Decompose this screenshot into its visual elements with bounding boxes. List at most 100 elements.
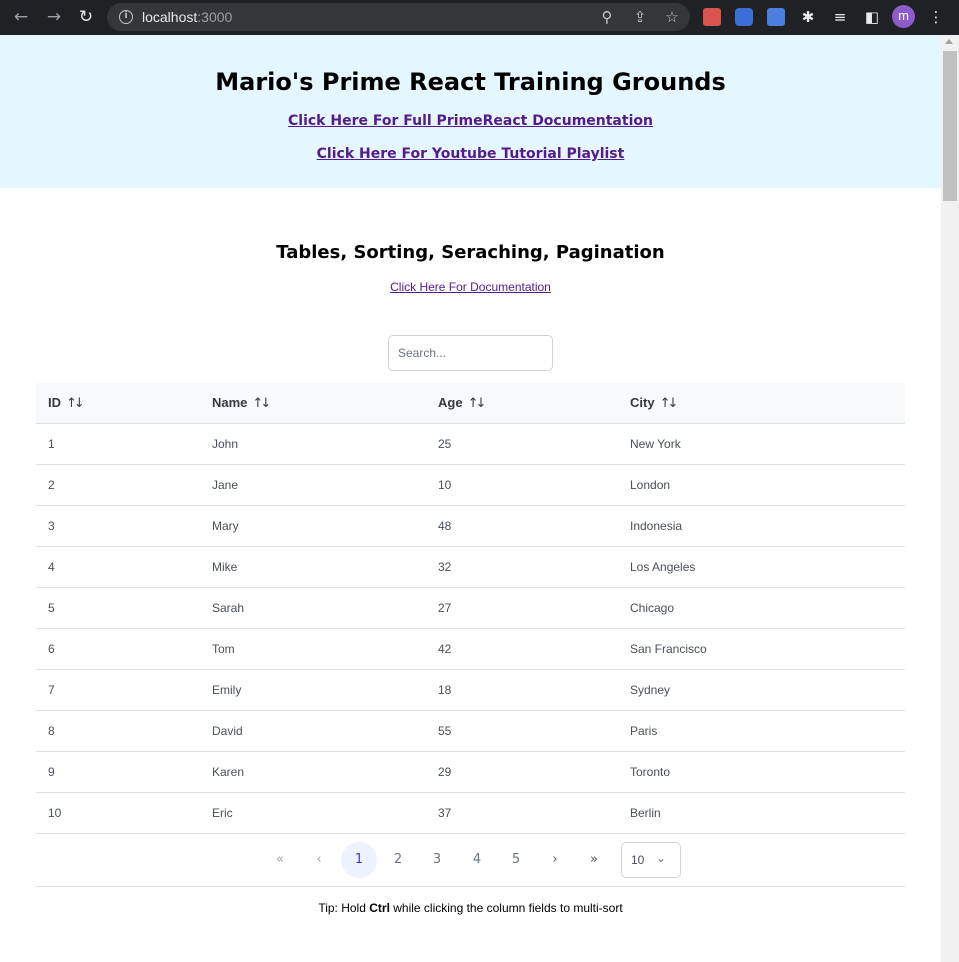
cell-age: 29 — [438, 765, 452, 779]
cell-city: Chicago — [630, 601, 675, 615]
share-icon[interactable]: ⇪ — [631, 8, 649, 26]
cell-name: Emily — [212, 683, 242, 697]
cell-age: 32 — [438, 560, 452, 574]
media-queue-icon[interactable]: ≡ — [830, 7, 850, 27]
zoom-icon[interactable]: ⚲ — [598, 8, 616, 26]
extension-camera-icon[interactable] — [735, 8, 753, 26]
extension-translate-icon[interactable] — [767, 8, 785, 26]
extension-red-icon[interactable] — [703, 8, 721, 26]
rows-per-page-value: 10 — [631, 853, 645, 867]
bookmark-star-icon[interactable]: ☆ — [663, 8, 681, 26]
table-row[interactable]: 2 Jane 10 London — [36, 465, 905, 506]
cell-city: London — [630, 478, 671, 492]
rows-per-page-dropdown[interactable]: 10 ⌄ — [621, 842, 681, 878]
section-documentation-link[interactable]: Click Here For Documentation — [0, 280, 941, 294]
page-content: Mario's Prime React Training Grounds Cli… — [0, 35, 941, 962]
column-header-age[interactable]: Age ↑↓ — [438, 383, 487, 423]
table-header: ID ↑↓ Name ↑↓ Age ↑↓ City ↑↓ — [36, 383, 905, 424]
cell-name: Mike — [212, 560, 238, 574]
hero-banner: Mario's Prime React Training Grounds Cli… — [0, 35, 941, 188]
cell-age: 25 — [438, 437, 452, 451]
reload-icon[interactable]: ↻ — [75, 6, 97, 28]
cell-name: Jane — [212, 478, 239, 492]
cell-age: 42 — [438, 642, 452, 656]
cell-age: 55 — [438, 724, 452, 738]
sort-icon: ↑↓ — [252, 396, 271, 411]
cell-id: 2 — [48, 478, 55, 492]
cell-age: 37 — [438, 806, 452, 820]
chevron-down-icon: ⌄ — [656, 851, 667, 865]
cell-id: 7 — [48, 683, 55, 697]
table-row[interactable]: 4 Mike 32 Los Angeles — [36, 547, 905, 588]
cell-name: Karen — [212, 765, 245, 779]
profile-avatar[interactable]: m — [892, 5, 915, 28]
page-button-5[interactable]: 5 — [498, 842, 534, 878]
table-body: 1 John 25 New York 2 Jane 10 London 3 Mary 48 Indon… — [36, 424, 905, 834]
prev-page-button[interactable]: ‹ — [301, 842, 337, 878]
table-row[interactable]: 7 Emily 18 Sydney — [36, 670, 905, 711]
page-button-4[interactable]: 4 — [459, 842, 495, 878]
cell-city: Paris — [630, 724, 658, 738]
table-row[interactable]: 9 Karen 29 Toronto — [36, 752, 905, 793]
column-header-city[interactable]: City ↑↓ — [630, 383, 679, 423]
site-info-icon[interactable]: i — [119, 10, 133, 24]
menu-kebab-icon[interactable]: ⋮ — [926, 7, 946, 27]
data-table: ID ↑↓ Name ↑↓ Age ↑↓ City ↑↓ 1 John 25 New York… — [36, 383, 905, 834]
page-button-3[interactable]: 3 — [419, 842, 455, 878]
section-title: Tables, Sorting, Seraching, Pagination — [276, 242, 665, 263]
url-text: localhost:3000 — [142, 9, 233, 25]
page-button-1[interactable]: 1 — [341, 842, 377, 878]
cell-city: Sydney — [630, 683, 671, 697]
cell-age: 48 — [438, 519, 452, 533]
table-row[interactable]: 1 John 25 New York — [36, 424, 905, 465]
sort-icon: ↑↓ — [659, 396, 679, 411]
page-button-2[interactable]: 2 — [380, 842, 416, 878]
first-page-button[interactable]: « — [262, 842, 298, 878]
sort-icon: ↑↓ — [467, 396, 487, 411]
cell-name: Mary — [212, 519, 239, 533]
cell-city: New York — [630, 437, 681, 451]
browser-toolbar: ← → ↻ i localhost:3000 ⚲ ⇪ ☆ ✱ ≡ ◧ m ⋮ — [0, 0, 959, 35]
cell-city: Los Angeles — [630, 560, 696, 574]
sort-icon: ↑↓ — [66, 396, 85, 411]
next-page-button[interactable]: › — [537, 842, 573, 878]
cell-id: 1 — [48, 437, 55, 451]
cell-id: 8 — [48, 724, 55, 738]
last-page-button[interactable]: » — [576, 842, 612, 878]
table-row[interactable]: 10 Eric 37 Berlin — [36, 793, 905, 834]
cell-id: 4 — [48, 560, 55, 574]
cell-name: Tom — [212, 642, 235, 656]
column-header-id[interactable]: ID ↑↓ — [48, 383, 85, 423]
cell-city: Toronto — [630, 765, 671, 779]
page-title: Mario's Prime React Training Grounds — [215, 68, 726, 96]
extensions-puzzle-icon[interactable]: ✱ — [798, 7, 818, 27]
multi-sort-tip: Tip: Hold Ctrl while clicking the column… — [318, 901, 623, 915]
cell-name: Sarah — [212, 601, 245, 615]
side-panel-icon[interactable]: ◧ — [862, 7, 882, 27]
forward-icon[interactable]: → — [43, 6, 65, 28]
cell-id: 6 — [48, 642, 55, 656]
column-header-name[interactable]: Name ↑↓ — [212, 383, 271, 423]
cell-id: 10 — [48, 806, 62, 820]
cell-name: Eric — [212, 806, 233, 820]
cell-id: 5 — [48, 601, 55, 615]
cell-id: 9 — [48, 765, 55, 779]
full-documentation-link[interactable]: Click Here For Full PrimeReact Documenta… — [0, 113, 941, 129]
table-row[interactable]: 5 Sarah 27 Chicago — [36, 588, 905, 629]
back-icon[interactable]: ← — [10, 6, 32, 28]
address-bar[interactable]: i localhost:3000 ⚲ ⇪ ☆ — [107, 3, 690, 31]
youtube-playlist-link[interactable]: Click Here For Youtube Tutorial Playlist — [0, 146, 941, 162]
search-input[interactable] — [388, 335, 553, 371]
cell-age: 27 — [438, 601, 452, 615]
scroll-thumb[interactable] — [943, 51, 957, 201]
cell-city: Indonesia — [630, 519, 683, 533]
scroll-up-icon[interactable] — [945, 39, 953, 44]
table-row[interactable]: 8 David 55 Paris — [36, 711, 905, 752]
table-row[interactable]: 3 Mary 48 Indonesia — [36, 506, 905, 547]
cell-name: David — [212, 724, 243, 738]
cell-id: 3 — [48, 519, 55, 533]
paginator: « ‹ 1 2 3 4 5 › » 10 ⌄ — [36, 834, 905, 887]
cell-age: 18 — [438, 683, 452, 697]
table-row[interactable]: 6 Tom 42 San Francisco — [36, 629, 905, 670]
page-scrollbar[interactable] — [941, 35, 959, 962]
